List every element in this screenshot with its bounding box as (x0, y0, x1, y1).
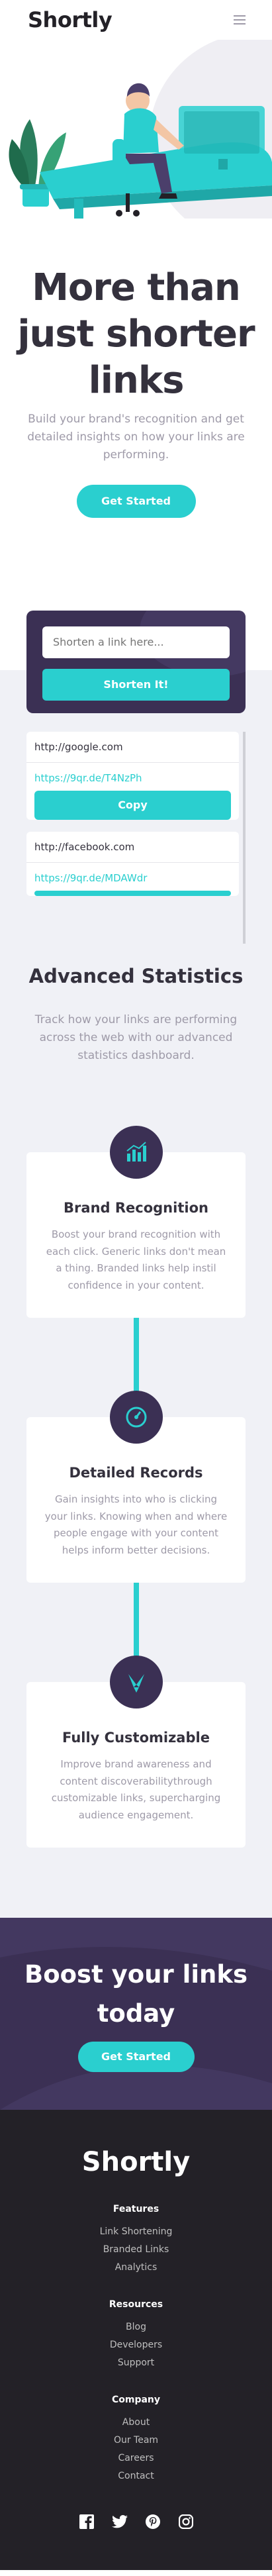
hamburger-menu-icon[interactable] (234, 15, 246, 25)
footer-link[interactable]: Support (0, 2357, 272, 2368)
feature-title: Brand Recognition (64, 1200, 208, 1216)
twitter-icon[interactable] (111, 2513, 128, 2530)
footer-logo[interactable]: Shortly (0, 2147, 272, 2177)
footer-column-company: Company About Our Team Careers Contact (0, 2395, 272, 2481)
boost-section: Boost your links today Get Started (0, 1918, 272, 2110)
feature-card-fully-customizable: Fully Customizable Improve brand awarene… (26, 1656, 246, 1848)
shortened-link-item: http://google.com https://9qr.de/T4NzPh … (26, 731, 239, 820)
bar-chart-icon (109, 1126, 163, 1179)
footer-link[interactable]: Contact (0, 2471, 272, 2481)
features-list: Brand Recognition Boost your brand recog… (16, 1126, 256, 1848)
footer-link[interactable]: Link Shortening (0, 2226, 272, 2237)
instagram-icon[interactable] (177, 2513, 195, 2530)
footer-heading: Features (113, 2204, 159, 2215)
boost-get-started-button[interactable]: Get Started (77, 2041, 195, 2072)
footer-heading: Resources (109, 2299, 163, 2310)
feature-title: Detailed Records (69, 1465, 203, 1481)
footer-link[interactable]: Branded Links (0, 2244, 272, 2255)
copy-button[interactable]: Copy (34, 790, 231, 820)
shorten-form: Shorten It! (26, 610, 246, 713)
footer-column-resources: Resources Blog Developers Support (0, 2299, 272, 2368)
brush-pen-icon (109, 1656, 163, 1709)
hero-illustration (0, 40, 272, 324)
footer-heading: Company (111, 2395, 161, 2406)
site-logo[interactable]: Shortly (28, 7, 113, 32)
feature-text: Improve brand awareness and content disc… (51, 1758, 221, 1821)
footer-column-features: Features Link Shortening Branded Links A… (0, 2204, 272, 2273)
shorten-button[interactable]: Shorten It! (42, 668, 230, 701)
statistics-subtitle: Track how your links are performing acro… (34, 1013, 238, 1062)
footer-link[interactable]: Blog (0, 2322, 272, 2332)
feature-title: Fully Customizable (62, 1730, 210, 1746)
site-header: Shortly (0, 0, 272, 40)
get-started-button[interactable]: Get Started (76, 484, 196, 518)
footer-link[interactable]: Our Team (0, 2435, 272, 2446)
footer-link[interactable]: About (0, 2417, 272, 2428)
feature-card-brand-recognition: Brand Recognition Boost your brand recog… (26, 1126, 246, 1318)
working-person-illustration (9, 40, 272, 245)
shortened-links-list[interactable]: http://google.com https://9qr.de/T4NzPh … (26, 731, 246, 944)
boost-title: Boost your links today (24, 1960, 248, 2028)
link-input[interactable] (42, 626, 230, 658)
copy-button[interactable] (34, 890, 231, 896)
shortened-link-item: http://facebook.com https://9qr.de/MDAWd… (26, 831, 239, 896)
social-links (0, 2513, 272, 2530)
hero-subtitle: Build your brand's recognition and get d… (27, 413, 245, 462)
footer-link[interactable]: Analytics (0, 2262, 272, 2273)
statistics-section: Advanced Statistics Track how your links… (0, 943, 272, 1918)
feature-text: Gain insights into who is clicking your … (44, 1493, 228, 1556)
pinterest-icon[interactable] (144, 2513, 161, 2530)
short-link[interactable]: https://9qr.de/T4NzPh (26, 763, 239, 791)
footer-link[interactable]: Developers (0, 2340, 272, 2350)
facebook-icon[interactable] (78, 2513, 95, 2530)
statistics-title: Advanced Statistics (28, 964, 244, 987)
short-link[interactable]: https://9qr.de/MDAWdr (26, 863, 239, 891)
gauge-icon (109, 1391, 163, 1444)
feature-card-detailed-records: Detailed Records Gain insights into who … (26, 1391, 246, 1583)
shorten-section: Shorten It! http://google.com https://9q… (0, 610, 272, 1332)
site-footer: Shortly Features Link Shortening Branded… (0, 2110, 272, 2571)
footer-link[interactable]: Careers (0, 2453, 272, 2463)
feature-text: Boost your brand recognition with each c… (46, 1228, 226, 1291)
original-link: http://facebook.com (26, 832, 239, 863)
original-link: http://google.com (26, 732, 239, 763)
